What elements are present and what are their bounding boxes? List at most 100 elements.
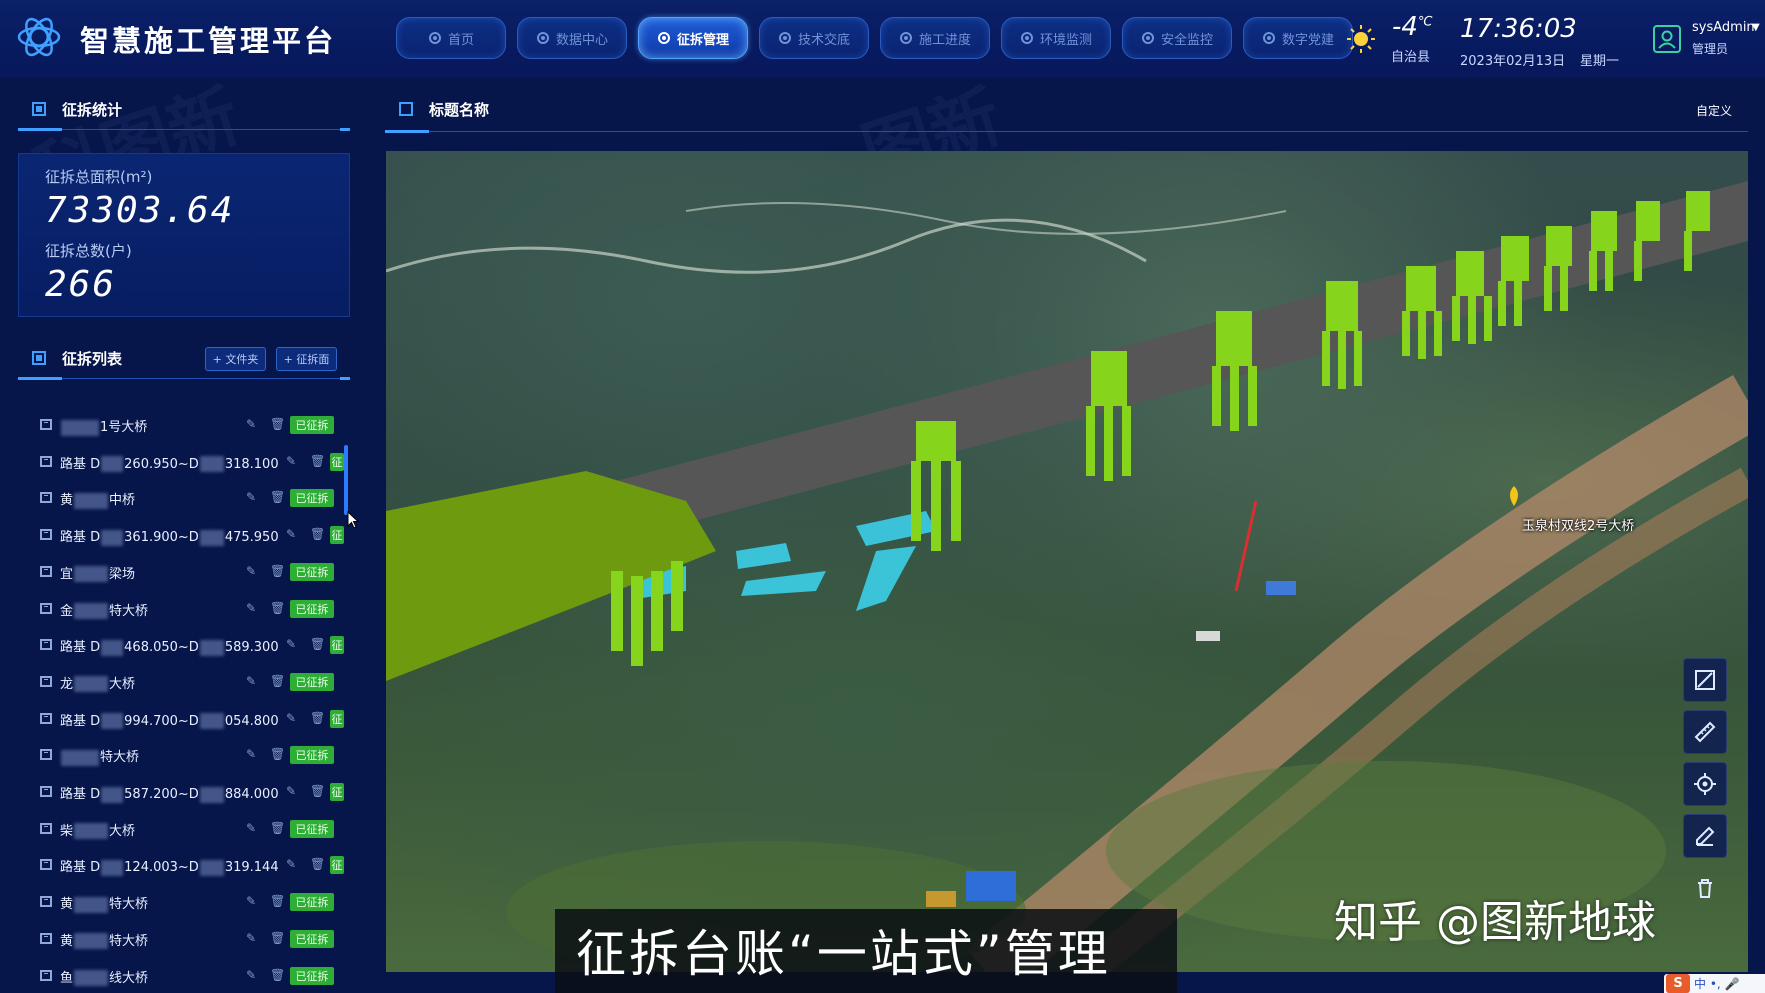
- user-name[interactable]: sysAdmin: [1692, 20, 1755, 35]
- list-item[interactable]: 路基 D124.003~D319.144 ✎ 🗑 已征拆: [18, 847, 350, 883]
- demolition-polygon[interactable]: [856, 511, 936, 546]
- edit-icon[interactable]: ✎: [286, 784, 298, 798]
- nav-item[interactable]: 数字党建: [1243, 17, 1353, 59]
- nav-item[interactable]: 施工进度: [880, 17, 990, 59]
- delete-icon[interactable]: 🗑: [270, 968, 285, 982]
- folder-icon: [40, 969, 52, 981]
- edit-icon[interactable]: ✎: [286, 637, 298, 651]
- nav-item[interactable]: 安全监控: [1122, 17, 1232, 59]
- redacted-text: [101, 456, 124, 473]
- folder-icon: [40, 749, 52, 761]
- edit-icon[interactable]: ✎: [246, 931, 258, 945]
- delete-icon[interactable]: 🗑: [310, 527, 325, 541]
- edit-icon[interactable]: ✎: [286, 454, 298, 468]
- delete-icon[interactable]: 🗑: [270, 931, 285, 945]
- list-item[interactable]: 路基 D468.050~D589.300 ✎ 🗑 已征拆: [18, 627, 350, 663]
- map-marker-label[interactable]: 玉泉村双线2号大桥: [1522, 515, 1634, 534]
- nav-bullet-icon: [657, 32, 670, 44]
- site-equipment: [966, 871, 1016, 901]
- delete-icon[interactable]: 🗑: [270, 894, 285, 908]
- delete-icon[interactable]: 🗑: [310, 454, 325, 468]
- nav-item[interactable]: 环境监测: [1001, 17, 1111, 59]
- list-item[interactable]: 路基 D994.700~D054.800 ✎ 🗑 已征拆: [18, 701, 350, 737]
- measure-icon[interactable]: [1683, 710, 1727, 754]
- delete-icon[interactable]: 🗑: [270, 821, 285, 835]
- list-item[interactable]: 黄特大桥 ✎ 🗑 已征拆: [18, 884, 350, 920]
- status-badge: 已征拆: [290, 746, 334, 765]
- folder-icon: [40, 675, 52, 687]
- delete-icon[interactable]: 🗑: [270, 564, 285, 578]
- redacted-text: [199, 529, 224, 546]
- delete-icon[interactable]: 🗑: [270, 417, 285, 431]
- delete-icon[interactable]: 🗑: [310, 857, 325, 871]
- panel-title-underline: [18, 128, 62, 131]
- delete-icon[interactable]: [1683, 866, 1727, 910]
- demolition-polygon[interactable]: [736, 543, 791, 569]
- delete-icon[interactable]: 🗑: [310, 711, 325, 725]
- delete-icon[interactable]: 🗑: [310, 637, 325, 651]
- edit-icon[interactable]: ✎: [246, 674, 258, 688]
- video-caption: 征拆台账“一站式”管理: [576, 925, 1111, 983]
- edit-icon[interactable]: ✎: [286, 527, 298, 541]
- edit-icon[interactable]: ✎: [246, 601, 258, 615]
- delete-icon[interactable]: 🗑: [270, 674, 285, 688]
- delete-icon[interactable]: 🗑: [270, 490, 285, 504]
- edit-icon[interactable]: ✎: [246, 564, 258, 578]
- add-polygon-button[interactable]: + 征拆面: [276, 347, 337, 371]
- list-item[interactable]: 宜梁场 ✎ 🗑 已征拆: [18, 554, 350, 590]
- demolition-polygon[interactable]: [856, 546, 916, 611]
- list-item[interactable]: 龙大桥 ✎ 🗑 已征拆: [18, 664, 350, 700]
- list-item[interactable]: 柴大桥 ✎ 🗑 已征拆: [18, 811, 350, 847]
- edit-icon[interactable]: ✎: [246, 490, 258, 504]
- status-badge: 已征拆: [290, 672, 334, 691]
- edit-icon[interactable]: ✎: [246, 894, 258, 908]
- location-marker-icon[interactable]: [1510, 486, 1518, 506]
- list-scrollbar[interactable]: [344, 445, 348, 515]
- list-item[interactable]: 路基 D587.200~D884.000 ✎ 🗑 已征拆: [18, 774, 350, 810]
- list-item[interactable]: 路基 D361.900~D475.950 ✎ 🗑 已征拆: [18, 517, 350, 553]
- user-avatar-icon[interactable]: [1652, 24, 1682, 54]
- edit-icon[interactable]: ✎: [286, 711, 298, 725]
- list-item[interactable]: 鱼线大桥 ✎ 🗑 已征拆: [18, 958, 350, 993]
- panel-corner-accent: [340, 377, 350, 380]
- ime-status[interactable]: 中 •, 🎤: [1694, 975, 1739, 992]
- draw-polygon-icon[interactable]: [1683, 658, 1727, 702]
- folder-icon: [40, 786, 52, 797]
- demolition-polygon[interactable]: [741, 571, 826, 596]
- list-item-name: 黄中桥: [60, 492, 136, 509]
- list-item-name: 黄特大桥: [60, 933, 149, 950]
- nav-bullet-icon: [1141, 32, 1154, 44]
- list-item[interactable]: 金特大桥 ✎ 🗑 已征拆: [18, 591, 350, 627]
- redacted-text: [61, 419, 99, 436]
- user-menu-caret-icon[interactable]: ▼: [1752, 22, 1760, 33]
- edit-icon[interactable]: ✎: [286, 857, 298, 871]
- site-equipment: [1266, 581, 1296, 595]
- customize-link[interactable]: 自定义: [1696, 102, 1732, 119]
- edit-icon[interactable]: ✎: [246, 821, 258, 835]
- delete-icon[interactable]: 🗑: [270, 747, 285, 761]
- list-item[interactable]: 黄中桥 ✎ 🗑 已征拆: [18, 480, 350, 516]
- delete-icon[interactable]: 🗑: [270, 601, 285, 615]
- 3d-map-viewport[interactable]: 玉泉村双线2号大桥: [386, 151, 1748, 972]
- nav-item[interactable]: 征拆管理: [638, 17, 748, 59]
- edit-icon[interactable]: [1683, 814, 1727, 858]
- delete-icon[interactable]: 🗑: [310, 784, 325, 798]
- sun-icon: [1347, 25, 1375, 53]
- add-folder-button[interactable]: + 文件夹: [205, 347, 266, 371]
- ime-toolbar[interactable]: S 中 •, 🎤: [1664, 974, 1765, 993]
- nav-item[interactable]: 技术交底: [759, 17, 869, 59]
- ime-logo-icon[interactable]: S: [1666, 974, 1690, 993]
- edit-icon[interactable]: ✎: [246, 417, 258, 431]
- edit-icon[interactable]: ✎: [246, 747, 258, 761]
- redacted-text: [199, 456, 224, 473]
- nav-item[interactable]: 首页: [396, 17, 506, 59]
- edit-icon[interactable]: ✎: [246, 968, 258, 982]
- list-item[interactable]: 路基 D260.950~D318.100 ✎ 🗑 已征拆: [18, 444, 350, 480]
- list-item[interactable]: 特大桥 ✎ 🗑 已征拆: [18, 737, 350, 773]
- nav-item[interactable]: 数据中心: [517, 17, 627, 59]
- nav-item-label: 技术交底: [797, 32, 850, 48]
- list-item[interactable]: 黄特大桥 ✎ 🗑 已征拆: [18, 921, 350, 957]
- panel-title-icon: [32, 102, 46, 116]
- locate-icon[interactable]: [1683, 762, 1727, 806]
- list-item[interactable]: 1号大桥 ✎ 🗑 已征拆: [18, 407, 350, 443]
